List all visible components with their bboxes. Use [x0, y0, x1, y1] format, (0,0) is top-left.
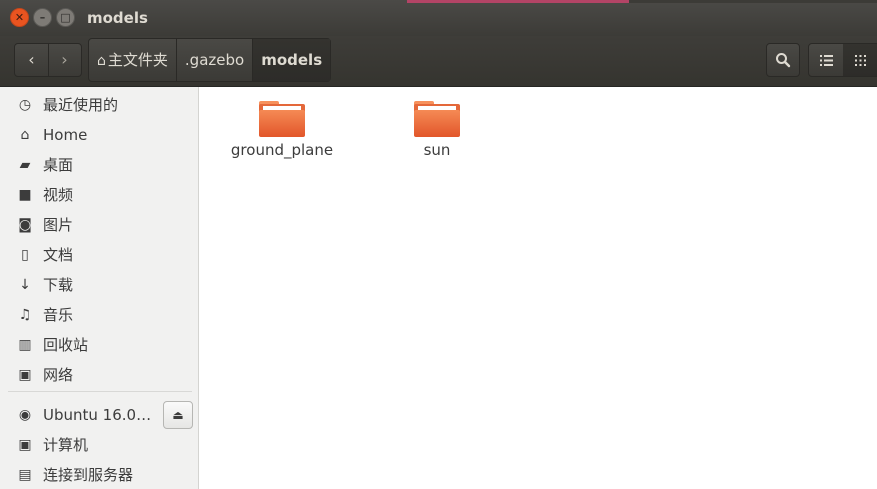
- minimize-icon: –: [39, 11, 46, 24]
- sidebar-item-label: 视频: [43, 186, 74, 204]
- folder-item-ground-plane[interactable]: ground_plane: [222, 99, 342, 169]
- sidebar: ◷ 最近使用的 ⌂ Home ▰ 桌面 ■ 视频 ◙ 图片 ▯ 文档 ↓ 下载 …: [0, 87, 199, 489]
- breadcrumb-models[interactable]: models: [253, 39, 331, 81]
- sidebar-item-label: 下载: [43, 276, 74, 294]
- sidebar-item-connect-server[interactable]: ▤ 连接到服务器: [0, 460, 198, 489]
- sidebar-item-ubuntu-disc[interactable]: ◉ Ubuntu 16.0… ⏏: [0, 400, 198, 430]
- sidebar-item-label: 图片: [43, 216, 74, 234]
- folder-icon: ▰: [19, 157, 31, 173]
- maximize-icon: □: [60, 11, 71, 24]
- sidebar-divider: [8, 391, 192, 392]
- file-manager-window: ✕ – □ models ‹ › ⌂ 主文件夹 .gazebo models ◷…: [0, 0, 877, 489]
- window-title: models: [87, 9, 148, 27]
- back-button[interactable]: ‹: [15, 44, 49, 76]
- eject-icon: ⏏: [172, 408, 184, 422]
- breadcrumb-gazebo[interactable]: .gazebo: [177, 39, 254, 81]
- sidebar-item-label: 连接到服务器: [43, 466, 134, 484]
- close-icon: ✕: [14, 11, 25, 24]
- list-view-icon: [819, 55, 833, 66]
- chevron-right-icon: ›: [61, 50, 68, 69]
- sidebar-item-label: 网络: [43, 366, 74, 384]
- video-icon: ■: [18, 187, 32, 203]
- search-icon: [776, 53, 791, 68]
- sidebar-item-downloads[interactable]: ↓ 下载: [0, 270, 198, 300]
- clock-icon: ◷: [18, 97, 32, 113]
- navigation-buttons: ‹ ›: [14, 43, 82, 77]
- camera-icon: ◙: [18, 217, 32, 233]
- sidebar-item-label: Ubuntu 16.0…: [43, 406, 152, 424]
- list-view-button[interactable]: [809, 44, 844, 76]
- folder-icon: [259, 99, 305, 137]
- sidebar-item-home[interactable]: ⌂ Home: [0, 120, 198, 150]
- sidebar-item-label: 最近使用的: [43, 96, 119, 114]
- sidebar-item-desktop[interactable]: ▰ 桌面: [0, 150, 198, 180]
- network-icon: ▣: [18, 367, 32, 383]
- folder-icon: [414, 99, 460, 137]
- view-switcher: [808, 43, 877, 77]
- sidebar-item-label: 桌面: [43, 156, 74, 174]
- maximize-button[interactable]: □: [56, 8, 75, 27]
- computer-icon: ▣: [18, 437, 32, 453]
- disc-icon: ◉: [18, 407, 32, 423]
- sidebar-item-label: 音乐: [43, 306, 74, 324]
- sidebar-item-recent[interactable]: ◷ 最近使用的: [0, 90, 198, 120]
- breadcrumb-home[interactable]: ⌂ 主文件夹: [89, 39, 177, 81]
- sidebar-item-network[interactable]: ▣ 网络: [0, 360, 198, 390]
- sidebar-item-label: Home: [43, 126, 88, 144]
- sidebar-item-documents[interactable]: ▯ 文档: [0, 240, 198, 270]
- minimize-button[interactable]: –: [33, 8, 52, 27]
- background-window-strip: [407, 0, 877, 3]
- sidebar-item-music[interactable]: ♫ 音乐: [0, 300, 198, 330]
- breadcrumb: ⌂ 主文件夹 .gazebo models: [88, 38, 332, 82]
- grid-view-icon: [854, 55, 866, 66]
- title-bar[interactable]: ✕ – □ models: [0, 0, 877, 36]
- download-icon: ↓: [19, 277, 31, 293]
- file-view[interactable]: ground_plane sun: [199, 87, 877, 489]
- chevron-left-icon: ‹: [28, 50, 35, 69]
- file-name: ground_plane: [230, 141, 334, 159]
- grid-view-button[interactable]: [843, 44, 877, 76]
- server-icon: ▤: [18, 467, 32, 483]
- toolbar: ‹ › ⌂ 主文件夹 .gazebo models: [0, 36, 877, 87]
- sidebar-item-computer[interactable]: ▣ 计算机: [0, 430, 198, 460]
- search-button[interactable]: [766, 43, 800, 77]
- close-button[interactable]: ✕: [10, 8, 29, 27]
- folder-item-sun[interactable]: sun: [377, 99, 497, 169]
- trash-icon: ▥: [18, 337, 32, 353]
- home-icon: ⌂: [97, 53, 106, 69]
- music-icon: ♫: [18, 307, 32, 323]
- forward-button[interactable]: ›: [48, 44, 81, 76]
- sidebar-item-pictures[interactable]: ◙ 图片: [0, 210, 198, 240]
- sidebar-item-label: 计算机: [43, 436, 89, 454]
- file-name: sun: [423, 141, 451, 159]
- sidebar-item-videos[interactable]: ■ 视频: [0, 180, 198, 210]
- document-icon: ▯: [21, 247, 29, 263]
- sidebar-item-label: 回收站: [43, 336, 89, 354]
- sidebar-item-trash[interactable]: ▥ 回收站: [0, 330, 198, 360]
- eject-button[interactable]: ⏏: [163, 401, 193, 429]
- breadcrumb-home-label: 主文件夹: [107, 51, 168, 69]
- home-icon: ⌂: [20, 127, 30, 143]
- sidebar-item-label: 文档: [43, 246, 74, 264]
